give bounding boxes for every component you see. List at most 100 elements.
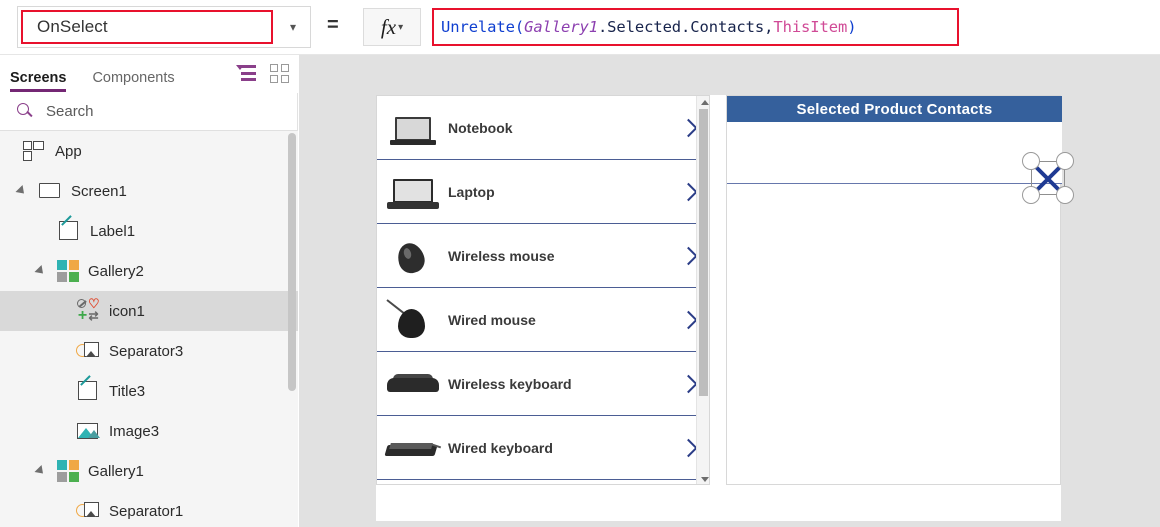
app-icon (22, 139, 46, 163)
tree-scrollbar[interactable] (288, 133, 296, 527)
gallery1-item[interactable]: Notebook (377, 96, 709, 160)
formula-bar: OnSelect ▾ = fx ▾ Unrelate(Gallery1.Sele… (0, 0, 1160, 55)
gallery1-scrollbar-thumb[interactable] (699, 109, 708, 396)
tree-item-label: Label1 (90, 222, 136, 240)
chevron-right-icon[interactable] (679, 438, 698, 457)
tree-item-separator1[interactable]: Separator1 (0, 491, 298, 527)
tree-item-label: Image3 (109, 422, 160, 440)
gallery1-item-label: Wired keyboard (448, 439, 553, 456)
formula-token-closeparen: ) (847, 18, 857, 36)
resize-handle-bottom-left[interactable] (1022, 186, 1040, 204)
tree-item-separator3[interactable]: Separator3 (0, 331, 298, 371)
chevron-down-icon[interactable]: ▾ (276, 7, 310, 47)
tab-screens[interactable]: Screens (10, 55, 67, 93)
tree-item-app[interactable]: App (0, 131, 298, 171)
scroll-up-arrow-icon[interactable] (701, 100, 709, 105)
formula-text: Unrelate(Gallery1.Selected.Contacts,This… (441, 18, 857, 36)
tree-item-title3[interactable]: Title3 (0, 371, 298, 411)
gallery1-scrollbar[interactable] (696, 96, 709, 484)
search-input[interactable] (46, 103, 297, 120)
tab-components[interactable]: Components (92, 55, 174, 93)
formula-token-control: Gallery1 (524, 18, 598, 36)
tree-item-label1[interactable]: Label1 (0, 211, 298, 251)
formula-token-thisitem: ThisItem (773, 18, 848, 36)
chevron-right-icon[interactable] (679, 374, 698, 393)
tree-item-icon1[interactable]: ♡ + ⇄ icon1 (0, 291, 298, 331)
wired-keyboard-image (382, 425, 444, 471)
powerapps-studio-window: OnSelect ▾ = fx ▾ Unrelate(Gallery1.Sele… (0, 0, 1160, 527)
equals-sign: = (327, 14, 339, 36)
gallery1-item[interactable]: Wired mouse (377, 288, 709, 352)
tree-view-icon[interactable] (236, 65, 256, 82)
chevron-right-icon[interactable] (679, 310, 698, 329)
property-selector[interactable]: OnSelect ▾ (17, 6, 311, 48)
chevron-right-icon[interactable] (679, 118, 698, 137)
gallery1-item[interactable]: Wireless keyboard (377, 352, 709, 416)
property-selector-value[interactable]: OnSelect (21, 10, 273, 44)
gallery2-row[interactable] (727, 122, 1074, 204)
tree-item-label: Separator1 (109, 502, 184, 520)
expand-twisty-icon[interactable] (34, 464, 47, 478)
fx-label: fx (380, 14, 397, 39)
laptop-image (382, 169, 444, 215)
formula-input[interactable]: Unrelate(Gallery1.Selected.Contacts,This… (432, 8, 959, 46)
fx-button[interactable]: fx ▾ (363, 8, 421, 46)
view-toggle-group (236, 64, 289, 83)
resize-handle-top-right[interactable] (1056, 152, 1074, 170)
gallery1-item-label: Wired mouse (448, 311, 536, 328)
scroll-down-arrow-icon[interactable] (701, 477, 709, 482)
tree-item-gallery1[interactable]: Gallery1 (0, 451, 298, 491)
formula-token-function: Unrelate( (441, 18, 525, 36)
app-screen: Notebook Laptop Wireless mouse Wired mouse W… (376, 95, 1074, 521)
gallery1-item-label: Wireless mouse (448, 247, 555, 264)
control-tree: App Screen1 Label1 Gallery2 ♡ + ⇄ icon1 Separato… (0, 131, 298, 527)
resize-handle-top-left[interactable] (1022, 152, 1040, 170)
separator-icon (76, 499, 100, 523)
chevron-down-icon[interactable]: ▾ (398, 22, 403, 33)
relate-icon: ♡ + ⇄ (77, 296, 100, 324)
tree-item-label: Gallery2 (88, 262, 144, 280)
thumbnail-view-icon[interactable] (270, 64, 289, 83)
formula-token-member: .Selected.Contacts, (597, 18, 774, 36)
separator-icon (76, 339, 100, 363)
search-box[interactable] (0, 93, 297, 131)
image-icon (76, 419, 100, 443)
tree-item-image3[interactable]: Image3 (0, 411, 298, 451)
gallery1-item[interactable]: Laptop (377, 160, 709, 224)
gallery2-contacts[interactable]: Selected Product Contacts (726, 95, 1074, 485)
label-icon (76, 375, 100, 403)
label-icon (57, 215, 81, 243)
wireless-mouse-image (382, 233, 444, 279)
gallery1-item[interactable]: Wireless mouse (377, 224, 709, 288)
wired-mouse-image (382, 297, 444, 343)
tree-item-label: Gallery1 (88, 462, 144, 480)
left-sidebar: Screens Components App Screen1 Label1 Galle… (0, 55, 298, 527)
tree-item-gallery2[interactable]: Gallery2 (0, 251, 298, 291)
expand-twisty-icon[interactable] (34, 264, 47, 278)
tree-item-label: Title3 (109, 382, 146, 400)
canvas-backdrop: Notebook Laptop Wireless mouse Wired mouse W… (299, 55, 1160, 527)
gallery1-item-label: Notebook (448, 119, 513, 136)
expand-twisty-icon[interactable] (15, 184, 28, 198)
gallery2-header-title: Selected Product Contacts (727, 96, 1062, 122)
gallery1-item-label: Laptop (448, 183, 495, 200)
tree-item-screen1[interactable]: Screen1 (0, 171, 298, 211)
screen-icon (38, 179, 62, 203)
sidebar-tabs: Screens Components (0, 55, 298, 93)
search-icon (17, 102, 35, 121)
gallery-icon (57, 460, 79, 482)
wireless-keyboard-image (382, 361, 444, 407)
tree-item-label: Screen1 (71, 182, 127, 200)
gallery1-item-label: Wireless keyboard (448, 375, 572, 392)
gallery1-products[interactable]: Notebook Laptop Wireless mouse Wired mouse W… (376, 95, 710, 485)
tree-item-label: App (55, 142, 82, 160)
gallery1-item[interactable]: Wired keyboard (377, 416, 709, 480)
tree-scrollbar-thumb[interactable] (288, 133, 296, 391)
chevron-right-icon[interactable] (679, 182, 698, 201)
tree-item-label: icon1 (109, 302, 145, 320)
tree-item-label: Separator3 (109, 342, 184, 360)
resize-handle-bottom-right[interactable] (1056, 186, 1074, 204)
gallery-icon (57, 260, 79, 282)
selection-handles-overlay[interactable] (1022, 152, 1074, 204)
chevron-right-icon[interactable] (679, 246, 698, 265)
